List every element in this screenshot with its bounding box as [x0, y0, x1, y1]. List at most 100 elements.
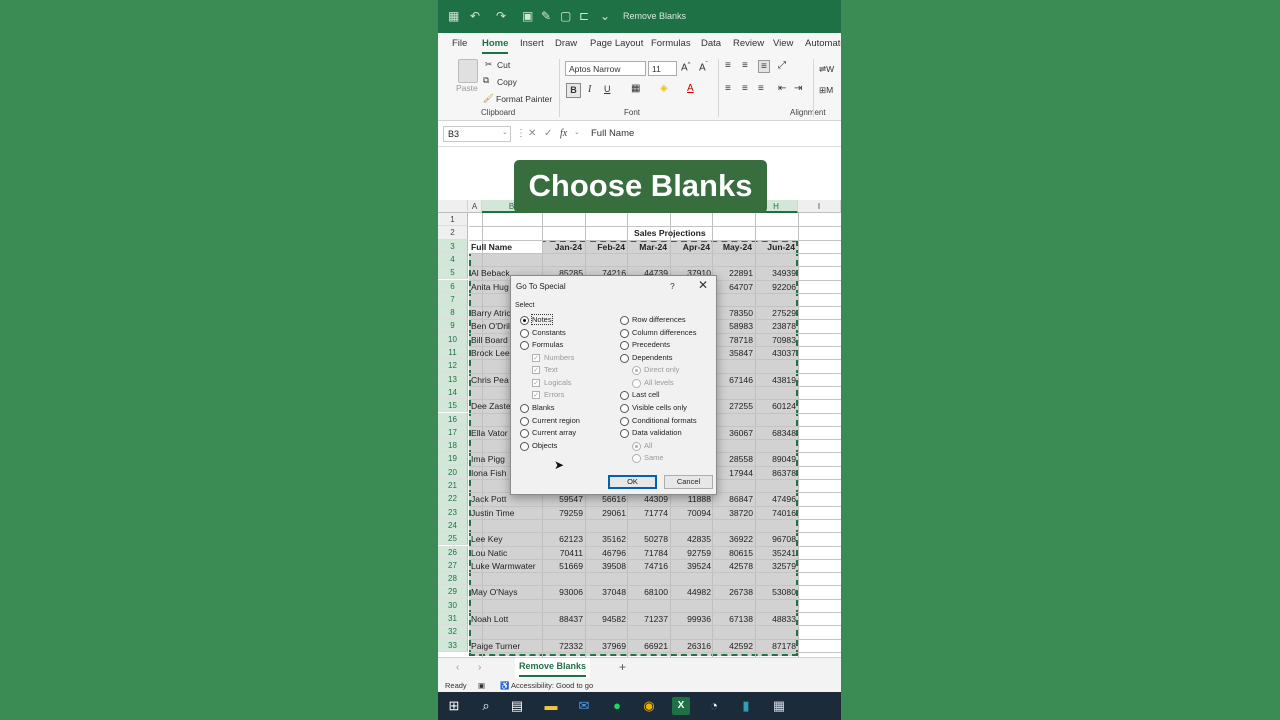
cancel-entry-icon[interactable]: ✕ — [528, 128, 536, 139]
row-header-13[interactable]: 13 — [438, 372, 468, 386]
scroll-tabs-right-icon[interactable]: › — [478, 662, 481, 673]
row-header-14[interactable]: 14 — [438, 385, 468, 400]
option-direct-only[interactable]: Direct only — [632, 365, 679, 375]
name-cell[interactable]: Paige Turner — [471, 641, 520, 651]
value-cell[interactable]: 92206 — [756, 282, 796, 292]
menu-view[interactable]: View — [773, 38, 793, 49]
option-row-differences[interactable]: Row differences — [620, 315, 686, 325]
checkbox-errors[interactable]: ✓ Errors — [532, 390, 564, 400]
row-header-22[interactable]: 22 — [438, 492, 468, 506]
align-middle-icon[interactable]: ≡ — [742, 60, 748, 71]
close-button[interactable]: ✕ — [698, 278, 708, 292]
value-cell[interactable]: 71784 — [628, 548, 668, 558]
name-cell[interactable]: Al Beback — [471, 268, 510, 278]
name-cell[interactable]: Jack Pott — [471, 494, 506, 504]
menu-page-layout[interactable]: Page Layout — [590, 38, 643, 49]
align-center-icon[interactable]: ≡ — [742, 83, 748, 94]
italic-button[interactable]: I — [588, 84, 591, 95]
sheet-title[interactable]: Sales Projections — [634, 228, 706, 238]
option-validation-all[interactable]: All — [632, 441, 652, 451]
calculator-icon[interactable]: ▦ — [770, 697, 788, 715]
value-cell[interactable]: 22891 — [713, 268, 753, 278]
value-cell[interactable]: 36067 — [713, 428, 753, 438]
redo-icon[interactable]: ↷ — [496, 9, 506, 23]
name-cell[interactable]: Barry Atric — [471, 308, 511, 318]
name-cell[interactable]: Bill Board — [471, 335, 508, 345]
row-header-9[interactable]: 9 — [438, 319, 468, 333]
new-file-icon[interactable]: ▢ — [560, 9, 571, 23]
checkbox-logicals[interactable]: ✓ Logicals — [532, 378, 572, 388]
wrap-text-button[interactable]: ⇌W — [819, 64, 834, 75]
insert-function-button[interactable]: fx — [560, 128, 567, 139]
app-icon[interactable]: ▮ — [737, 697, 755, 715]
help-button[interactable]: ? — [670, 281, 675, 291]
option-column-differences[interactable]: Column differences — [620, 328, 696, 338]
row-header-15[interactable]: 15 — [438, 399, 468, 413]
row-header-8[interactable]: 8 — [438, 306, 468, 320]
row-header-26[interactable]: 26 — [438, 545, 468, 559]
value-cell[interactable]: 51669 — [543, 561, 583, 571]
option-validation-same[interactable]: Same — [632, 453, 664, 463]
paste-button[interactable]: Paste — [456, 83, 478, 93]
value-cell[interactable]: 38720 — [713, 508, 753, 518]
touch-mode-icon[interactable]: ✎ — [541, 9, 551, 23]
value-cell[interactable]: 27529 — [756, 308, 796, 318]
value-cell[interactable]: 43037 — [756, 348, 796, 358]
value-cell[interactable]: 35847 — [713, 348, 753, 358]
row-header-4[interactable]: 4 — [438, 252, 468, 267]
copy-button[interactable]: Copy — [497, 77, 517, 87]
value-cell[interactable]: 39524 — [671, 561, 711, 571]
sheet-tab-remove-blanks[interactable]: Remove Blanks — [515, 658, 590, 678]
value-cell[interactable]: 78350 — [713, 308, 753, 318]
orientation-icon[interactable]: ⤢ — [778, 60, 786, 71]
row-header-16[interactable]: 16 — [438, 412, 468, 426]
option-blanks[interactable]: Blanks — [520, 403, 555, 413]
value-cell[interactable]: 32579 — [756, 561, 796, 571]
value-cell[interactable]: 39508 — [586, 561, 626, 571]
value-cell[interactable]: 58983 — [713, 321, 753, 331]
column-header-a[interactable]: A — [468, 200, 482, 213]
value-cell[interactable]: 88437 — [543, 614, 583, 624]
align-right-icon[interactable]: ≡ — [758, 83, 764, 94]
value-cell[interactable]: 23878 — [756, 321, 796, 331]
value-cell[interactable]: 59547 — [543, 494, 583, 504]
header-month[interactable]: Feb-24 — [585, 242, 625, 252]
row-header-6[interactable]: 6 — [438, 279, 468, 293]
customize-qat-icon[interactable]: ⌄ — [600, 9, 610, 23]
value-cell[interactable]: 86847 — [713, 494, 753, 504]
header-month[interactable]: Jun-24 — [755, 242, 795, 252]
header-month[interactable]: Jan-24 — [542, 242, 582, 252]
macro-record-icon[interactable]: ▣ — [478, 681, 485, 690]
value-cell[interactable]: 89049 — [756, 454, 796, 464]
format-painter-button[interactable]: Format Painter — [496, 94, 552, 104]
value-cell[interactable]: 35241 — [756, 548, 796, 558]
font-color-icon[interactable]: A — [687, 83, 694, 94]
undo-icon[interactable]: ↶ — [470, 9, 480, 23]
value-cell[interactable]: 70411 — [543, 548, 583, 558]
value-cell[interactable]: 36922 — [713, 534, 753, 544]
value-cell[interactable]: 11888 — [671, 494, 711, 504]
row-header-33[interactable]: 33 — [438, 638, 468, 652]
row-header-17[interactable]: 17 — [438, 425, 468, 440]
row-header-19[interactable]: 19 — [438, 452, 468, 466]
row-header-32[interactable]: 32 — [438, 625, 468, 639]
value-cell[interactable]: 74016 — [756, 508, 796, 518]
row-header-28[interactable]: 28 — [438, 572, 468, 586]
checkbox-text[interactable]: ✓ Text — [532, 365, 558, 375]
value-cell[interactable]: 37969 — [586, 641, 626, 651]
name-cell[interactable]: Ben O'Dril — [471, 321, 510, 331]
value-cell[interactable]: 27255 — [713, 401, 753, 411]
name-cell[interactable]: May O'Nays — [471, 587, 518, 597]
value-cell[interactable]: 60124 — [756, 401, 796, 411]
value-cell[interactable]: 94582 — [586, 614, 626, 624]
value-cell[interactable]: 44982 — [671, 587, 711, 597]
grow-font-icon[interactable]: A^ — [681, 62, 691, 73]
open-file-icon[interactable]: ⊏ — [579, 9, 589, 23]
increase-indent-icon[interactable]: ⇥ — [794, 83, 802, 94]
value-cell[interactable]: 28558 — [713, 454, 753, 464]
decrease-indent-icon[interactable]: ⇤ — [778, 83, 786, 94]
align-left-icon[interactable]: ≡ — [725, 83, 731, 94]
recorder-icon[interactable]: ◔ — [705, 697, 723, 715]
bold-button[interactable]: B — [566, 83, 581, 98]
row-header-12[interactable]: 12 — [438, 359, 468, 373]
